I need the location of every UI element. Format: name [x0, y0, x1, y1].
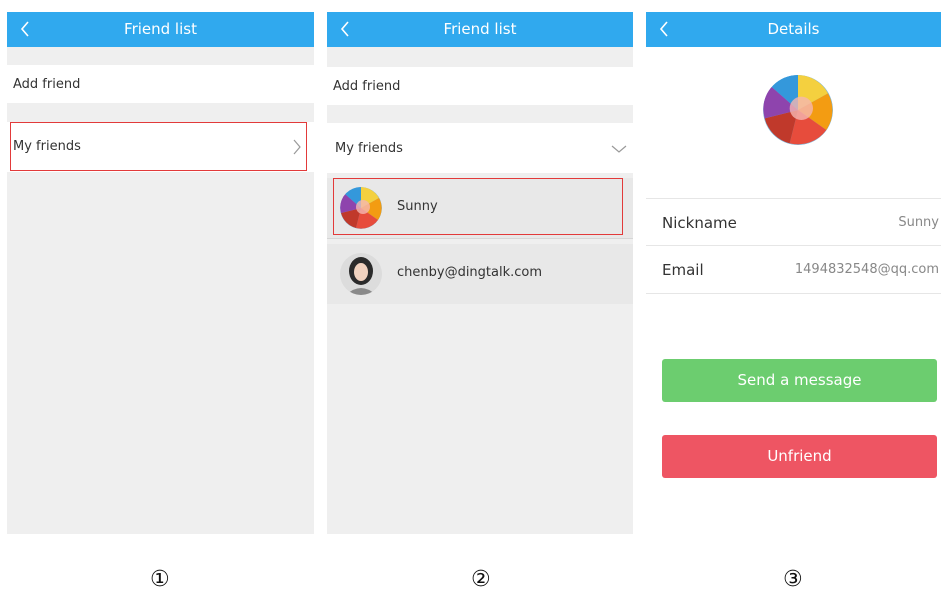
navbar-title: Details [767, 20, 820, 38]
friend-name: chenby@dingtalk.com [397, 265, 543, 280]
friend-list-screen-2: Friend list Add friend My friends Sunny [327, 12, 633, 534]
navbar: Details [646, 12, 941, 47]
nickname-value: Sunny [898, 215, 939, 230]
highlight-box [10, 122, 307, 171]
rainbow-avatar [763, 75, 833, 145]
add-friend-item[interactable]: Add friend [7, 65, 314, 103]
add-friend-label: Add friend [13, 77, 81, 92]
chevron-down-icon [611, 145, 627, 153]
nickname-row: Nickname Sunny [646, 198, 941, 246]
email-row: Email 1494832548@qq.com [646, 246, 941, 294]
photo-avatar [340, 253, 382, 295]
divider [327, 238, 633, 239]
highlight-box [333, 178, 623, 235]
add-friend-label: Add friend [333, 79, 401, 94]
my-friends-label: My friends [335, 141, 403, 156]
email-value: 1494832548@qq.com [794, 262, 939, 277]
my-friends-item[interactable]: My friends [327, 123, 633, 173]
friend-list-screen-1: Friend list Add friend My friends [7, 12, 314, 534]
nickname-key: Nickname [662, 214, 737, 232]
email-key: Email [662, 261, 704, 279]
unfriend-button[interactable]: Unfriend [662, 435, 937, 478]
navbar: Friend list [7, 12, 314, 47]
step-number-1: ① [150, 567, 170, 592]
friend-item-chenby[interactable]: chenby@dingtalk.com [327, 244, 633, 304]
step-number-3: ③ [783, 567, 803, 592]
step-number-2: ② [471, 567, 491, 592]
add-friend-item[interactable]: Add friend [327, 67, 633, 105]
details-screen: Details Nickname Sunny Email 1494832548@… [646, 12, 941, 534]
navbar-title: Friend list [443, 20, 517, 38]
send-message-button[interactable]: Send a message [662, 359, 937, 402]
navbar: Friend list [327, 12, 633, 47]
navbar-title: Friend list [124, 20, 197, 38]
